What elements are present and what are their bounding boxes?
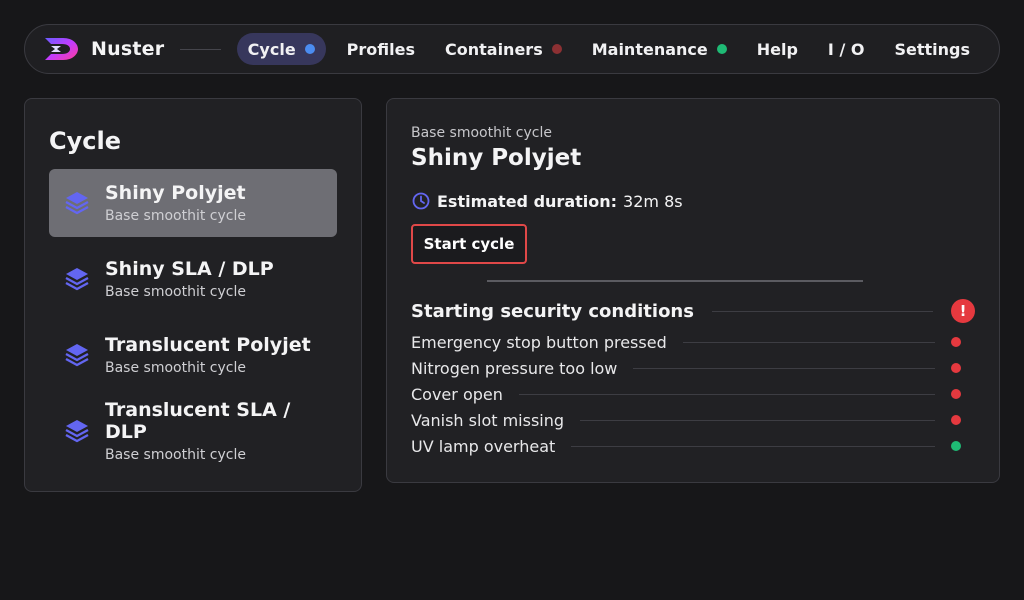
nav-label: I / O <box>827 39 865 59</box>
condition-label: Vanish slot missing <box>411 410 565 430</box>
condition-label: UV lamp overheat <box>411 436 556 456</box>
leader-line <box>518 393 935 395</box>
profile-name: Translucent SLA / DLP <box>105 399 291 443</box>
divider <box>487 280 863 282</box>
nav-label: Cycle <box>247 39 296 59</box>
status-dot <box>951 415 961 425</box>
profile-name: Translucent Polyjet <box>105 334 311 356</box>
nav-label: Help <box>756 39 798 59</box>
nav-item-io[interactable]: I / O <box>819 33 874 65</box>
layers-icon <box>65 420 89 443</box>
status-dot <box>951 389 961 399</box>
nav-item-cycle[interactable]: Cycle <box>236 33 326 65</box>
profile-subtitle: Base smoothit cycle <box>105 284 246 300</box>
nav-item-maintenance[interactable]: Maintenance <box>583 33 736 65</box>
start-cycle-button[interactable]: Start cycle <box>411 224 527 264</box>
profile-name: Shiny Polyjet <box>105 182 246 204</box>
profile-item-shiny-polyjet[interactable]: Shiny Polyjet Base smoothit cycle <box>49 169 337 237</box>
profile-subtitle: Base smoothit cycle <box>105 360 246 376</box>
estimated-duration: Estimated duration: 32m 8s <box>411 191 975 211</box>
layers-icon <box>65 192 89 215</box>
status-dot <box>716 44 727 54</box>
nav-label: Maintenance <box>591 39 708 59</box>
layers-icon <box>65 268 89 291</box>
leader-line <box>580 419 935 421</box>
profile-list-panel: Cycle Shiny Polyjet Base smoothit cycle … <box>24 98 362 492</box>
nav-item-containers[interactable]: Containers <box>436 33 571 65</box>
nav-separator <box>180 48 221 50</box>
condition-row: Cover open <box>411 381 975 407</box>
status-dot <box>304 44 315 54</box>
profile-item-translucent-sla-dlp[interactable]: Translucent SLA / DLP Base smoothit cycl… <box>49 397 337 465</box>
nav-label: Containers <box>445 39 543 59</box>
profile-item-translucent-polyjet[interactable]: Translucent Polyjet Base smoothit cycle <box>49 321 337 389</box>
condition-row: UV lamp overheat <box>411 433 975 459</box>
profile-subtitle: Base smoothit cycle <box>105 208 246 224</box>
security-title: Starting security conditions <box>411 300 694 322</box>
status-dot <box>551 44 562 54</box>
top-navbar: Nuster Cycle Profiles Containers Mainten… <box>24 24 1000 74</box>
layers-icon <box>65 344 89 367</box>
duration-value: 32m 8s <box>623 191 683 211</box>
status-dot <box>951 441 961 451</box>
condition-label: Cover open <box>411 384 503 404</box>
condition-row: Vanish slot missing <box>411 407 975 433</box>
nuster-logo <box>43 33 81 65</box>
security-header: Starting security conditions ! <box>411 299 975 323</box>
condition-label: Nitrogen pressure too low <box>411 358 618 378</box>
nav-label: Profiles <box>346 39 415 59</box>
condition-row: Nitrogen pressure too low <box>411 355 975 381</box>
nav-item-profiles[interactable]: Profiles <box>338 33 424 65</box>
cycle-type: Base smoothit cycle <box>411 125 552 141</box>
profile-name: Shiny SLA / DLP <box>105 258 274 280</box>
condition-row: Emergency stop button pressed <box>411 329 975 355</box>
leader-line <box>711 310 933 312</box>
condition-label: Emergency stop button pressed <box>411 332 667 352</box>
leader-line <box>633 367 935 369</box>
clock-icon <box>412 192 430 210</box>
duration-label: Estimated duration: <box>437 191 618 211</box>
leader-line <box>682 341 935 343</box>
cycle-name: Shiny Polyjet <box>411 145 582 171</box>
profile-subtitle: Base smoothit cycle <box>105 447 246 463</box>
security-conditions-list: Emergency stop button pressed Nitrogen p… <box>411 329 975 459</box>
leader-line <box>571 445 935 447</box>
nav-label: Settings <box>894 39 970 59</box>
profile-item-shiny-sla-dlp[interactable]: Shiny SLA / DLP Base smoothit cycle <box>49 245 337 313</box>
nav-item-settings[interactable]: Settings <box>885 33 979 65</box>
status-dot <box>951 337 961 347</box>
alert-icon: ! <box>951 299 975 323</box>
nav-item-help[interactable]: Help <box>748 33 807 65</box>
brand-name: Nuster <box>91 38 165 60</box>
cycle-detail-panel: Base smoothit cycle Shiny Polyjet Estima… <box>386 98 1000 483</box>
panel-title: Cycle <box>49 127 121 155</box>
status-dot <box>951 363 961 373</box>
